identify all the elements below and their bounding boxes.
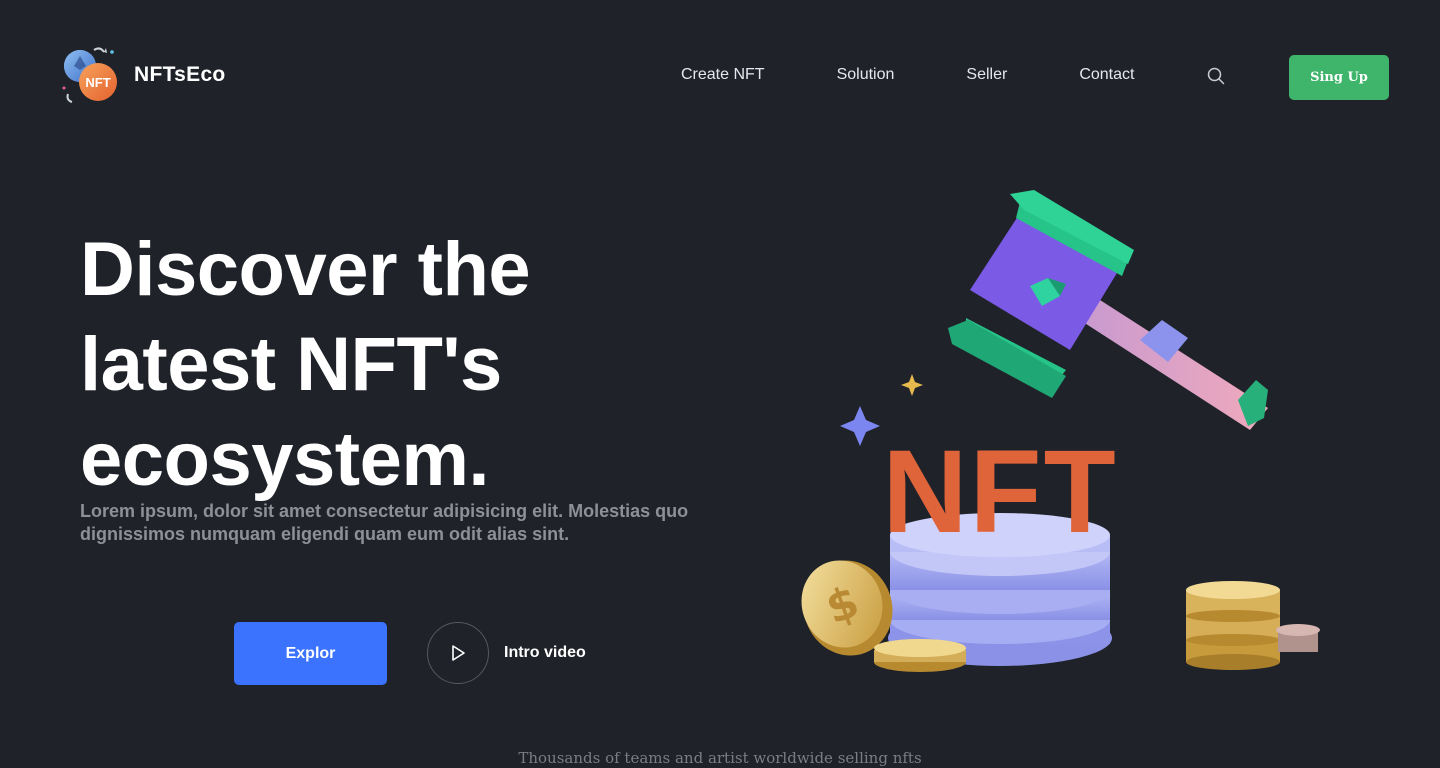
landing-page: NFT NFTsEco Create NFT Solution Seller C…	[0, 0, 1440, 768]
play-button[interactable]	[427, 622, 489, 684]
nav-item-create-nft[interactable]: Create NFT	[681, 66, 765, 84]
sparkle-blue-icon	[840, 406, 880, 446]
nft-auction-illustration: NFT $	[790, 180, 1340, 700]
gavel-icon	[948, 190, 1268, 430]
nft-exchange-logo-icon: NFT	[60, 44, 122, 106]
nav-item-seller[interactable]: Seller	[966, 66, 1007, 84]
brand-name: NFTsEco	[134, 63, 226, 86]
tagline: Thousands of teams and artist worldwide …	[518, 749, 922, 767]
logo-badge-text: NFT	[85, 75, 110, 90]
intro-video-button[interactable]: Intro video	[427, 622, 586, 684]
main-nav: Create NFT Solution Seller Contact	[681, 66, 1134, 84]
search-button[interactable]	[1206, 66, 1226, 86]
hero-title: Discover the latest NFT's ecosystem.	[80, 227, 531, 502]
coin-stack-small-icon	[874, 639, 966, 672]
search-icon	[1207, 67, 1225, 85]
signup-button[interactable]: Sing Up	[1289, 55, 1389, 100]
coin-stack-icon	[1186, 581, 1320, 670]
intro-video-label: Intro video	[504, 644, 586, 661]
brand-logo[interactable]: NFT NFTsEco	[60, 44, 226, 106]
nft-letters: NFT	[882, 426, 1117, 558]
explore-button[interactable]: Explor	[234, 622, 387, 685]
nav-item-solution[interactable]: Solution	[837, 66, 895, 84]
nav-item-contact[interactable]: Contact	[1079, 66, 1134, 84]
sparkle-gold-icon	[901, 374, 923, 396]
hero-description: Lorem ipsum, dolor sit amet consectetur …	[80, 501, 689, 544]
play-icon	[452, 645, 465, 661]
